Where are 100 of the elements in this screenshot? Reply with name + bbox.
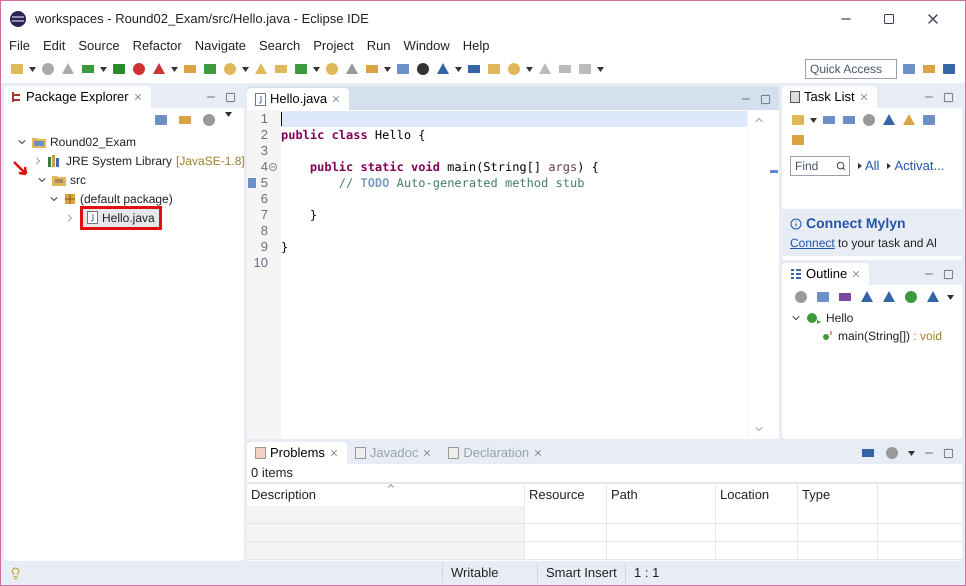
eclipse-logo-icon: [9, 10, 27, 28]
code-line: public static void main(String[] args) {: [308, 159, 599, 176]
column-header[interactable]: Type: [798, 484, 878, 506]
line-number: 3: [260, 142, 268, 160]
banner-text: Connect to your task and Al: [790, 235, 938, 252]
library-books-icon: [48, 154, 62, 166]
close-icon[interactable]: [132, 92, 143, 102]
dropdown-arrow-icon[interactable]: [225, 112, 232, 117]
info-icon: [790, 218, 802, 230]
find-field[interactable]: Find: [790, 156, 850, 176]
toolbar-icon[interactable]: [859, 289, 875, 305]
overview-marker[interactable]: [770, 170, 778, 173]
class-icon: [806, 312, 822, 324]
column-header[interactable]: Resource: [525, 484, 607, 506]
dropdown-arrow-icon[interactable]: [455, 66, 462, 72]
close-icon[interactable]: [858, 92, 869, 102]
close-icon[interactable]: [328, 448, 339, 458]
menu-item[interactable]: Source: [78, 36, 120, 56]
status-field: 1 : 1: [625, 563, 705, 583]
view-tab[interactable]: Outline: [782, 263, 870, 285]
line-number: 5: [260, 174, 268, 192]
menu-item[interactable]: Help: [462, 36, 490, 56]
dropdown-arrow-icon[interactable]: [908, 450, 915, 456]
dropdown-arrow-icon[interactable]: [597, 66, 604, 72]
window-title: workspaces - Round02_Exam/src/Hello.java - Eclipse IDE: [35, 10, 369, 28]
menu-item[interactable]: Search: [259, 36, 300, 56]
menu-item[interactable]: File: [9, 36, 30, 56]
method-icon: [822, 331, 834, 341]
code-line: }: [281, 239, 288, 256]
line-number: 2: [260, 126, 268, 144]
line-number: 1: [260, 110, 268, 128]
dropdown-arrow-icon[interactable]: [810, 118, 817, 122]
tree-item[interactable]: (default package): [64, 190, 173, 208]
hierarchy-icon: [12, 91, 22, 103]
source-folder-icon: [52, 174, 66, 186]
banner-title: Connect Mylyn: [806, 214, 906, 233]
java-file-icon: [255, 92, 266, 106]
text-cursor: [281, 112, 282, 126]
tree-item[interactable]: Hello.java: [80, 206, 162, 230]
toolbar-icon[interactable]: [881, 289, 897, 305]
dropdown-arrow-icon[interactable]: [171, 66, 178, 72]
menu-item[interactable]: Window: [404, 36, 450, 56]
outline-icon: [790, 268, 802, 280]
toolbar-icon[interactable]: [435, 61, 451, 77]
code-line: // TODO Auto-generated method stub: [338, 175, 584, 192]
menu-item[interactable]: Run: [366, 36, 391, 56]
toolbar-icon[interactable]: [881, 112, 897, 128]
java-file-icon: [87, 211, 98, 224]
dropdown-arrow-icon[interactable]: [384, 66, 391, 72]
view-tab[interactable]: Package Explorer: [4, 86, 151, 108]
dropdown-arrow-icon[interactable]: [947, 294, 954, 300]
tree-item[interactable]: Round02_Exam: [32, 132, 136, 150]
line-number: 10: [254, 254, 268, 272]
triangle-icon: [887, 163, 892, 169]
dropdown-arrow-icon[interactable]: [29, 66, 36, 72]
menu-item[interactable]: Refactor: [132, 36, 182, 56]
toolbar-icon[interactable]: [925, 289, 941, 305]
lightbulb-icon[interactable]: [9, 566, 22, 580]
package-icon: [64, 192, 76, 204]
menu-item[interactable]: Edit: [42, 36, 66, 56]
close-icon[interactable]: [331, 94, 342, 104]
quick-access-field[interactable]: Quick Access: [805, 59, 897, 79]
view-tab[interactable]: Hello.java: [247, 88, 350, 110]
library-version: [JavaSE-1.8]: [176, 152, 245, 170]
dropdown-arrow-icon[interactable]: [242, 66, 249, 72]
triangle-icon: [858, 163, 862, 169]
line-number: 9: [260, 238, 268, 256]
line-number: 7: [260, 206, 268, 224]
tab-icon: [255, 447, 266, 459]
filter-link[interactable]: Activat...: [894, 156, 944, 176]
outline-item[interactable]: Hello: [826, 309, 854, 327]
tree-item[interactable]: JRE System Library [JavaSE-1.8]: [48, 152, 245, 170]
item-count: 0 items: [250, 464, 294, 482]
dropdown-arrow-icon[interactable]: [313, 66, 320, 72]
dropdown-arrow-icon[interactable]: [100, 66, 107, 72]
outline-item[interactable]: main(String[]) : void: [838, 327, 942, 345]
search-icon: [836, 161, 846, 171]
column-header[interactable]: Path: [607, 484, 716, 506]
task-list-icon: [790, 91, 800, 103]
toolbar-icon[interactable]: [941, 61, 957, 77]
view-tab[interactable]: Problems: [247, 442, 347, 464]
fold-icon[interactable]: [269, 163, 277, 171]
dropdown-arrow-icon[interactable]: [526, 66, 533, 72]
line-number: 6: [260, 190, 268, 208]
toolbar-icon[interactable]: [415, 61, 431, 77]
connect-link[interactable]: Connect: [790, 236, 835, 250]
code-line: }: [308, 207, 318, 224]
view-tab[interactable]: Task List: [782, 86, 877, 108]
close-icon[interactable]: [851, 269, 862, 279]
line-number: 4: [260, 158, 268, 176]
filter-link[interactable]: All: [865, 156, 880, 176]
tab-icon: [448, 447, 460, 459]
menu-item[interactable]: Project: [313, 36, 354, 56]
maximize-icon[interactable]: [883, 13, 895, 25]
tab-icon: [354, 447, 366, 459]
column-header[interactable]: Location: [716, 484, 798, 506]
menu-item[interactable]: Navigate: [194, 36, 246, 56]
project-folder-icon: [32, 136, 46, 148]
line-number: 8: [260, 222, 268, 240]
tree-item[interactable]: src: [52, 170, 86, 188]
